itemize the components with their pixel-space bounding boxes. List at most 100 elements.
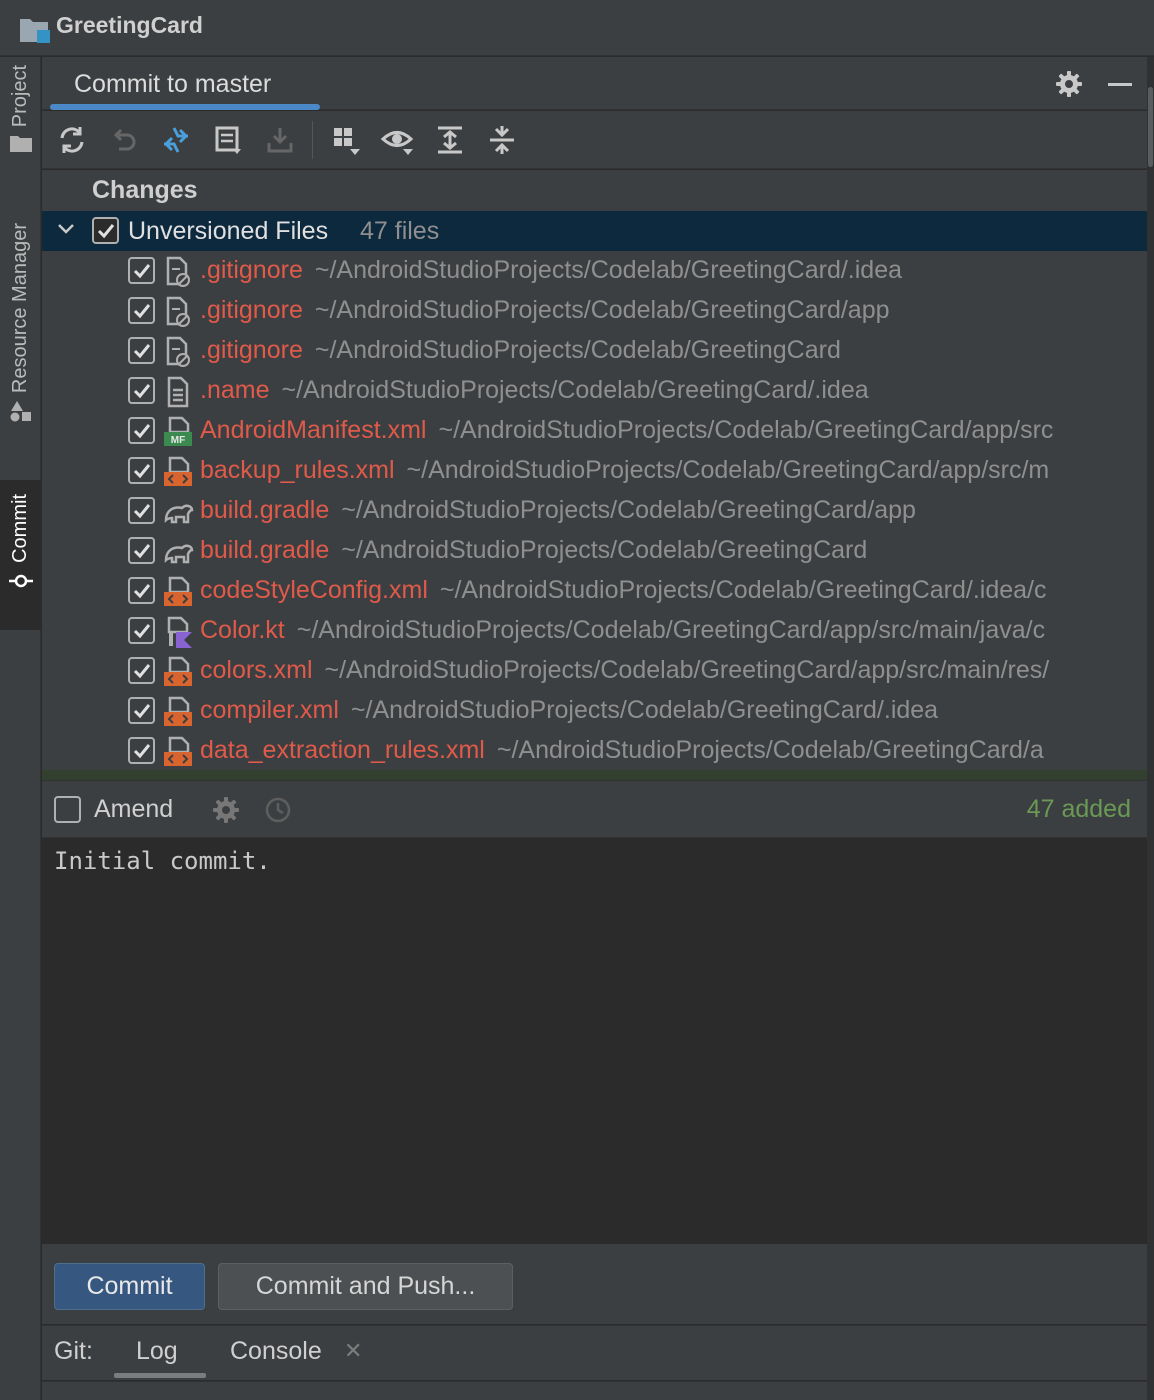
group-name: Unversioned Files: [128, 217, 329, 245]
rollback-icon[interactable]: [106, 122, 142, 158]
show-diff-icon[interactable]: [158, 122, 194, 158]
file-entry-text: AndroidManifest.xml ~/AndroidStudioProjec…: [200, 416, 1053, 445]
file-row[interactable]: backup_rules.xml ~/AndroidStudioProjects/…: [42, 451, 1147, 491]
manifest-file-icon: MF: [162, 416, 194, 448]
file-row[interactable]: MF AndroidManifest.xml ~/AndroidStudioProj…: [42, 411, 1147, 451]
xml-file-icon: [162, 696, 194, 728]
amend-bar: Amend 47 added: [42, 780, 1147, 838]
file-checkbox[interactable]: [128, 457, 155, 484]
file-checkbox[interactable]: [128, 257, 155, 284]
expand-all-icon[interactable]: [432, 122, 468, 158]
file-name: .gitignore: [200, 256, 303, 284]
file-row[interactable]: build.gradle ~/AndroidStudioProjects/Code…: [42, 491, 1147, 531]
file-path: ~/AndroidStudioProjects/Codelab/Greeting…: [324, 656, 1050, 684]
file-name: data_extraction_rules.xml: [200, 736, 485, 764]
file-name: .gitignore: [200, 336, 303, 364]
file-entry-text: build.gradle ~/AndroidStudioProjects/Code…: [200, 496, 916, 525]
project-folder-icon: [20, 19, 50, 43]
commit-button[interactable]: Commit: [54, 1263, 205, 1310]
minimize-icon[interactable]: [1108, 83, 1132, 86]
file-checkbox[interactable]: [128, 657, 155, 684]
chevron-down-icon[interactable]: [56, 219, 76, 239]
file-entry-text: build.gradle ~/AndroidStudioProjects/Code…: [200, 536, 867, 565]
left-tool-strip: Project Resource Manager Commit: [0, 57, 41, 1400]
tab-project-label: Project: [9, 65, 31, 128]
history-clock-icon[interactable]: [264, 796, 292, 824]
group-by-icon[interactable]: [328, 122, 364, 158]
tab-log[interactable]: Log: [136, 1337, 178, 1366]
file-checkbox[interactable]: [128, 377, 155, 404]
gitignore-file-icon: [162, 336, 194, 368]
tab-commit[interactable]: Commit: [0, 480, 41, 630]
refresh-icon[interactable]: [54, 122, 90, 158]
edit-changelist-icon[interactable]: [210, 122, 246, 158]
file-path: ~/AndroidStudioProjects/Codelab/Greeting…: [314, 296, 890, 324]
file-name: Color.kt: [200, 616, 285, 644]
project-name[interactable]: GreetingCard: [56, 12, 203, 39]
file-checkbox[interactable]: [128, 737, 155, 764]
file-name: .gitignore: [200, 296, 303, 324]
file-row[interactable]: .gitignore ~/AndroidStudioProjects/Codela…: [42, 331, 1147, 371]
vertical-scrollbar[interactable]: [1147, 57, 1154, 1400]
file-path: ~/AndroidStudioProjects/Codelab/Greeting…: [296, 616, 1046, 644]
file-checkbox[interactable]: [128, 617, 155, 644]
file-checkbox[interactable]: [128, 577, 155, 604]
gradle-file-icon: [162, 536, 194, 568]
file-row[interactable]: .gitignore ~/AndroidStudioProjects/Codela…: [42, 251, 1147, 291]
file-checkbox[interactable]: [128, 417, 155, 444]
file-entry-text: compiler.xml ~/AndroidStudioProjects/Code…: [200, 696, 938, 725]
file-name: colors.xml: [200, 656, 313, 684]
file-name: .name: [200, 376, 270, 404]
added-count: 47 added: [1026, 795, 1131, 823]
file-row[interactable]: .name ~/AndroidStudioProjects/Codelab/Gre…: [42, 371, 1147, 411]
file-path: ~/AndroidStudioProjects/Codelab/Greeting…: [281, 376, 869, 404]
gradle-file-icon: [162, 496, 194, 528]
shelve-icon[interactable]: [262, 122, 298, 158]
file-checkbox[interactable]: [128, 297, 155, 324]
git-label: Git:: [54, 1337, 93, 1365]
tab-resource-manager[interactable]: Resource Manager: [0, 223, 41, 455]
commit-panel-header: Commit to master: [42, 57, 1147, 110]
commit-options-gear-icon[interactable]: [212, 796, 240, 824]
commit-and-push-button[interactable]: Commit and Push...: [218, 1263, 513, 1310]
xml-file-icon: [162, 736, 194, 768]
svg-text:MF: MF: [171, 435, 185, 446]
file-path: ~/AndroidStudioProjects/Codelab/Greeting…: [350, 696, 939, 724]
tab-console[interactable]: Console: [230, 1337, 322, 1366]
file-name: codeStyleConfig.xml: [200, 576, 428, 604]
tab-project[interactable]: Project: [0, 65, 41, 185]
file-row[interactable]: build.gradle ~/AndroidStudioProjects/Code…: [42, 531, 1147, 571]
file-entry-text: .gitignore ~/AndroidStudioProjects/Codela…: [200, 336, 841, 365]
xml-file-icon: [162, 656, 194, 688]
commit-message-editor[interactable]: Initial commit.: [42, 839, 1147, 1244]
xml-file-icon: [162, 576, 194, 608]
gear-icon[interactable]: [1055, 70, 1083, 98]
file-checkbox[interactable]: [128, 337, 155, 364]
file-entry-text: codeStyleConfig.xml ~/AndroidStudioProjec…: [200, 576, 1047, 605]
file-row[interactable]: colors.xml ~/AndroidStudioProjects/Codela…: [42, 651, 1147, 691]
view-options-icon[interactable]: [380, 122, 416, 158]
file-row[interactable]: Color.kt ~/AndroidStudioProjects/Codelab/…: [42, 611, 1147, 651]
file-row[interactable]: .gitignore ~/AndroidStudioProjects/Codela…: [42, 291, 1147, 331]
file-row[interactable]: data_extraction_rules.xml ~/AndroidStudio…: [42, 731, 1147, 771]
file-checkbox[interactable]: [128, 537, 155, 564]
amend-checkbox[interactable]: [54, 796, 81, 823]
file-entry-text: .gitignore ~/AndroidStudioProjects/Codela…: [200, 256, 902, 285]
file-name: compiler.xml: [200, 696, 339, 724]
unversioned-group-row[interactable]: Unversioned Files 47 files: [42, 211, 1147, 251]
file-name: AndroidManifest.xml: [200, 416, 427, 444]
file-checkbox[interactable]: [128, 497, 155, 524]
collapse-all-icon[interactable]: [484, 122, 520, 158]
file-path: ~/AndroidStudioProjects/Codelab/Greeting…: [496, 736, 1044, 764]
file-checkbox[interactable]: [128, 697, 155, 724]
xml-file-icon: [162, 456, 194, 488]
file-path: ~/AndroidStudioProjects/Codelab/Greeting…: [438, 416, 1054, 444]
group-checkbox[interactable]: [92, 217, 119, 244]
tab-commit-label: Commit: [9, 494, 31, 563]
amend-label[interactable]: Amend: [94, 795, 173, 824]
file-row[interactable]: compiler.xml ~/AndroidStudioProjects/Code…: [42, 691, 1147, 731]
close-icon[interactable]: ✕: [344, 1338, 362, 1364]
panel-title[interactable]: Commit to master: [74, 70, 271, 99]
file-row[interactable]: codeStyleConfig.xml ~/AndroidStudioProjec…: [42, 571, 1147, 611]
changes-tree[interactable]: Changes Unversioned Files 47 files .giti…: [42, 170, 1147, 780]
